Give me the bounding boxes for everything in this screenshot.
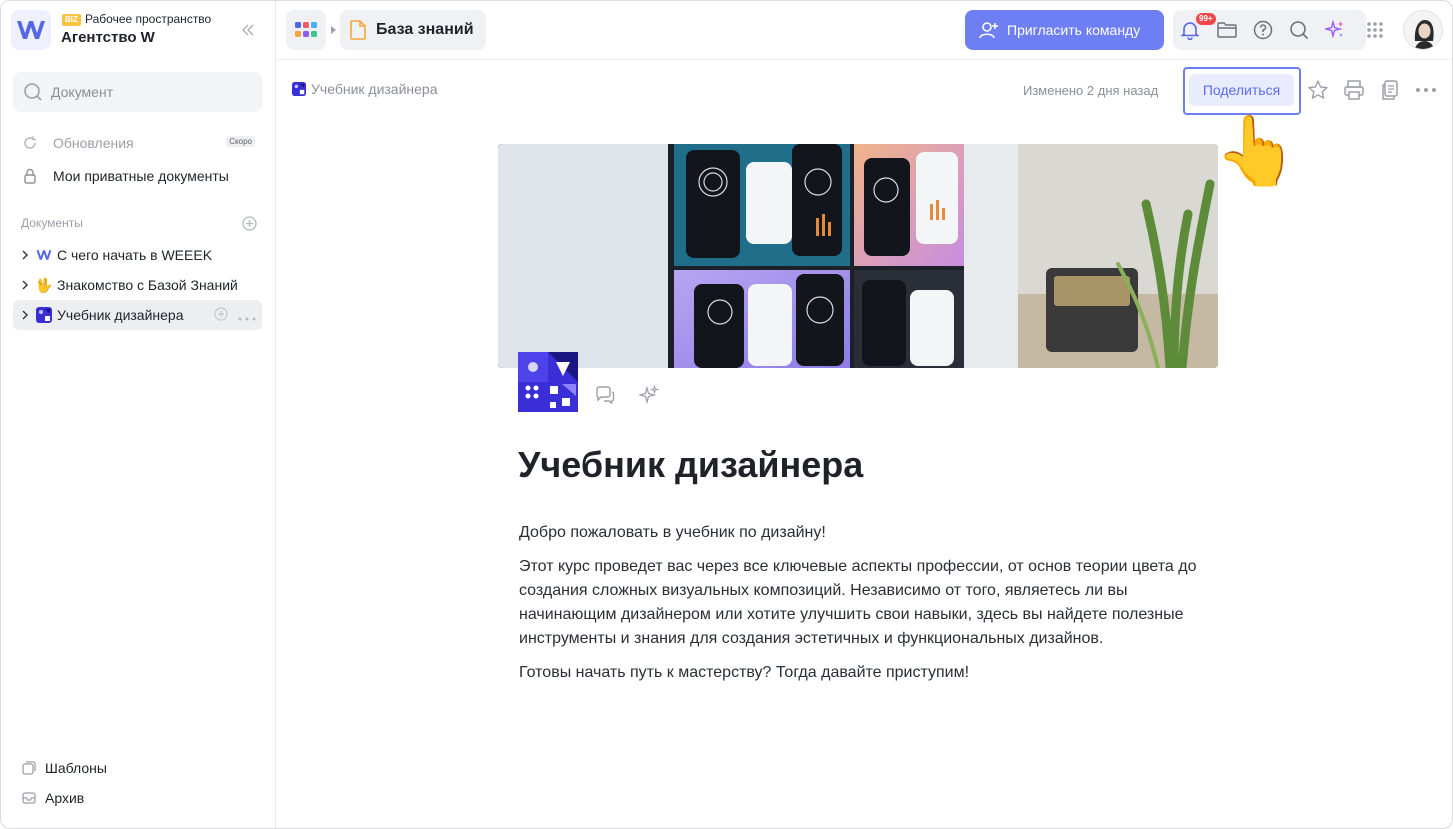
design-cover-icon (292, 82, 306, 96)
app-window: BIZ Рабочее пространство Агентство W Обн… (0, 0, 1453, 829)
help-icon (1253, 20, 1273, 40)
document-body[interactable]: Добро пожаловать в учебник по дизайну! Э… (519, 521, 1209, 695)
top-bar: База знаний Пригласить команду 99+ (276, 1, 1452, 60)
workspace-name[interactable]: Агентство W (61, 29, 155, 46)
sidebar-item-label: Мои приватные документы (53, 168, 229, 184)
chevron-right-icon[interactable] (15, 310, 35, 320)
paragraph: Добро пожаловать в учебник по дизайну! (519, 524, 826, 541)
sidebar-item-archive[interactable]: Архив (21, 790, 84, 806)
duplicate-button[interactable] (1378, 78, 1402, 102)
star-icon (1308, 80, 1328, 99)
archive-icon (21, 790, 37, 806)
tree-item-label: Знакомство с Базой Знаний (57, 277, 238, 293)
global-search-button[interactable] (1288, 19, 1310, 41)
search-icon (23, 82, 43, 107)
more-icon[interactable] (238, 308, 256, 324)
hand-icon: 🖖 (35, 276, 53, 293)
soon-badge: Скоро (226, 136, 255, 147)
add-document-icon[interactable] (242, 216, 257, 236)
add-user-icon (979, 21, 999, 39)
toolbar-icons: 99+ (1173, 10, 1366, 50)
comments-button[interactable] (595, 385, 615, 405)
tree-item-designer-textbook[interactable]: Учебник дизайнера (13, 300, 262, 330)
files-button[interactable] (1216, 19, 1238, 41)
paragraph: Этот курс проведет вас через все ключевы… (519, 558, 1197, 647)
sidebar-item-label: Шаблоны (45, 760, 107, 776)
weeek-logo-icon (17, 21, 45, 39)
add-subpage-icon[interactable] (214, 307, 228, 324)
tree-item-label: С чего начать в WEEEK (57, 247, 213, 263)
tree-item-getting-started[interactable]: С чего начать в WEEEK (13, 240, 262, 270)
more-icon (1416, 88, 1436, 92)
document-icon (350, 20, 366, 40)
more-options-button[interactable] (1414, 78, 1438, 102)
breadcrumb-label: Учебник дизайнера (311, 81, 438, 97)
knowledge-base-tab[interactable]: База знаний (340, 10, 486, 50)
section-title: База знаний (376, 21, 474, 38)
refresh-icon (21, 134, 39, 152)
printer-icon (1344, 80, 1364, 100)
document-title[interactable]: Учебник дизайнера (518, 444, 863, 486)
user-avatar-image (1404, 11, 1442, 49)
sidebar-item-label: Обновления (53, 135, 134, 151)
paragraph: Готовы начать путь к мастерству? Тогда д… (519, 664, 970, 681)
apps-launcher-button[interactable] (1364, 19, 1386, 41)
workspace-logo[interactable] (11, 10, 51, 50)
lock-icon (21, 167, 39, 185)
sidebar-item-templates[interactable]: Шаблоны (21, 760, 107, 776)
apps-menu-button[interactable] (286, 10, 326, 50)
sparkles-icon (639, 385, 659, 405)
comment-icon (596, 386, 615, 404)
double-chevron-left-icon (242, 24, 254, 36)
design-cover-icon (35, 306, 53, 324)
sidebar-item-updates[interactable]: Обновления Скоро (13, 128, 263, 158)
collapse-sidebar-button[interactable] (237, 19, 259, 41)
share-button[interactable]: Поделиться (1189, 74, 1294, 106)
chevron-right-icon[interactable] (15, 280, 35, 290)
breadcrumb-separator-icon (331, 26, 336, 34)
grid-dots-icon (1367, 22, 1383, 38)
tree-item-label: Учебник дизайнера (57, 307, 184, 323)
copy-document-icon (1382, 80, 1398, 100)
folder-icon (1217, 22, 1237, 38)
tree-item-knowledge-intro[interactable]: 🖖 Знакомство с Базой Знаний (13, 270, 262, 300)
invite-team-button[interactable]: Пригласить команду (965, 10, 1164, 50)
sidebar-item-private-docs[interactable]: Мои приватные документы (13, 161, 263, 191)
cover-image[interactable] (498, 144, 1218, 368)
documents-section-header: Документы (21, 216, 83, 230)
document-icon-image[interactable] (518, 352, 578, 412)
cover-photo (498, 144, 1218, 368)
favorite-button[interactable] (1306, 78, 1330, 102)
templates-icon (21, 760, 37, 776)
sidebar: BIZ Рабочее пространство Агентство W Обн… (1, 1, 276, 828)
document-breadcrumb[interactable]: Учебник дизайнера (292, 81, 438, 97)
document-search (13, 72, 263, 112)
invite-button-label: Пригласить команду (1007, 22, 1141, 38)
modified-timestamp: Изменено 2 дня назад (1023, 83, 1159, 98)
workspace-label: Рабочее пространство (85, 12, 212, 26)
weeek-logo-icon (35, 246, 53, 264)
print-button[interactable] (1342, 78, 1366, 102)
search-icon (1290, 21, 1309, 40)
sparkles-icon (1325, 20, 1344, 39)
help-button[interactable] (1252, 19, 1274, 41)
pointing-hand-icon: 👆 (1214, 113, 1299, 189)
chevron-right-icon[interactable] (15, 250, 35, 260)
design-cover-icon (518, 352, 578, 412)
ai-assistant-button[interactable] (1324, 19, 1346, 41)
notifications-count-badge: 99+ (1196, 13, 1216, 25)
sidebar-item-label: Архив (45, 790, 85, 806)
apps-grid-icon (295, 22, 317, 37)
user-avatar[interactable] (1403, 10, 1443, 50)
workspace-plan-badge: BIZ (62, 14, 81, 26)
document-search-input[interactable] (51, 72, 251, 112)
ai-generate-button[interactable] (639, 385, 659, 405)
